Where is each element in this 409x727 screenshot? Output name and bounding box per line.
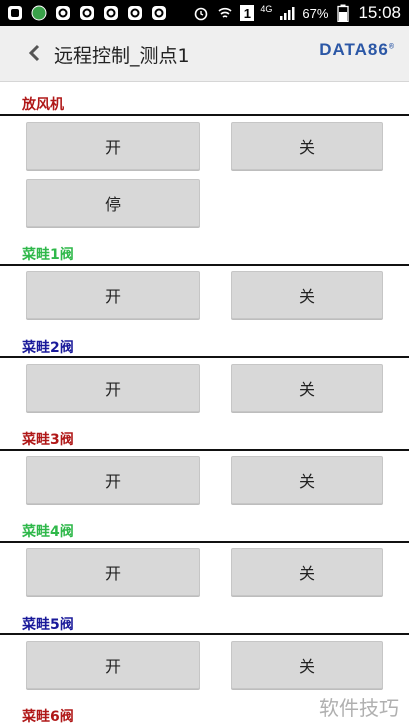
status-left — [0, 4, 168, 22]
brand-logo: DATA86® — [319, 40, 395, 60]
fan-open-button[interactable]: 开 — [26, 122, 200, 170]
page-title: 远程控制_测点1 — [54, 45, 190, 67]
section-label-valve-1: 菜畦1阀 — [22, 247, 74, 263]
section-label-valve-4: 菜畦4阀 — [22, 524, 74, 540]
valve-2-open-button[interactable]: 开 — [26, 364, 200, 412]
chevron-left-icon — [28, 44, 40, 62]
fan-close-button[interactable]: 关 — [231, 122, 383, 170]
section-divider — [0, 633, 409, 635]
clock-time: 15:08 — [358, 3, 401, 22]
section-label-valve-5: 菜畦5阀 — [22, 617, 74, 633]
section-label-fan: 放风机 — [22, 97, 64, 113]
brand-mark: ® — [388, 43, 395, 51]
network-type: 4G — [260, 4, 273, 14]
valve-3-open-button[interactable]: 开 — [26, 456, 200, 504]
section-divider — [0, 356, 409, 358]
valve-5-close-button[interactable]: 关 — [231, 641, 383, 689]
battery-icon — [334, 4, 352, 22]
valve-5-open-button[interactable]: 开 — [26, 641, 200, 689]
qq-icon-1 — [54, 4, 72, 22]
back-button[interactable] — [22, 41, 46, 65]
status-right: 1 4G 67% 15:08 — [192, 3, 409, 23]
app-header: 远程控制_测点1 DATA86® — [0, 26, 409, 82]
valve-4-open-button[interactable]: 开 — [26, 548, 200, 596]
qq-icon-5 — [150, 4, 168, 22]
alarm-icon — [192, 4, 210, 22]
fan-stop-button[interactable]: 停 — [26, 179, 200, 227]
valve-3-close-button[interactable]: 关 — [231, 456, 383, 504]
section-label-valve-2: 菜畦2阀 — [22, 340, 74, 356]
valve-1-open-button[interactable]: 开 — [26, 271, 200, 319]
signal-icon — [278, 4, 296, 22]
qq-icon-3 — [102, 4, 120, 22]
battery-percent: 67% — [302, 5, 329, 21]
globe-icon — [30, 4, 48, 22]
valve-4-close-button[interactable]: 关 — [231, 548, 383, 596]
section-divider — [0, 449, 409, 451]
section-divider — [0, 114, 409, 116]
qq-icon-4 — [126, 4, 144, 22]
section-label-valve-3: 菜畦3阀 — [22, 432, 74, 448]
section-label-valve-6: 菜畦6阀 — [22, 709, 74, 725]
status-bar: 1 4G 67% 15:08 — [0, 0, 409, 26]
valve-1-close-button[interactable]: 关 — [231, 271, 383, 319]
wifi-icon — [216, 4, 234, 22]
watermark-text: 软件技巧 — [319, 696, 399, 720]
section-divider — [0, 541, 409, 543]
brand-text: DATA86 — [319, 40, 389, 59]
notification-badge: 1 — [240, 5, 255, 21]
qq-icon-2 — [78, 4, 96, 22]
section-divider — [0, 264, 409, 266]
valve-2-close-button[interactable]: 关 — [231, 364, 383, 412]
app-notification-icon — [6, 4, 24, 22]
